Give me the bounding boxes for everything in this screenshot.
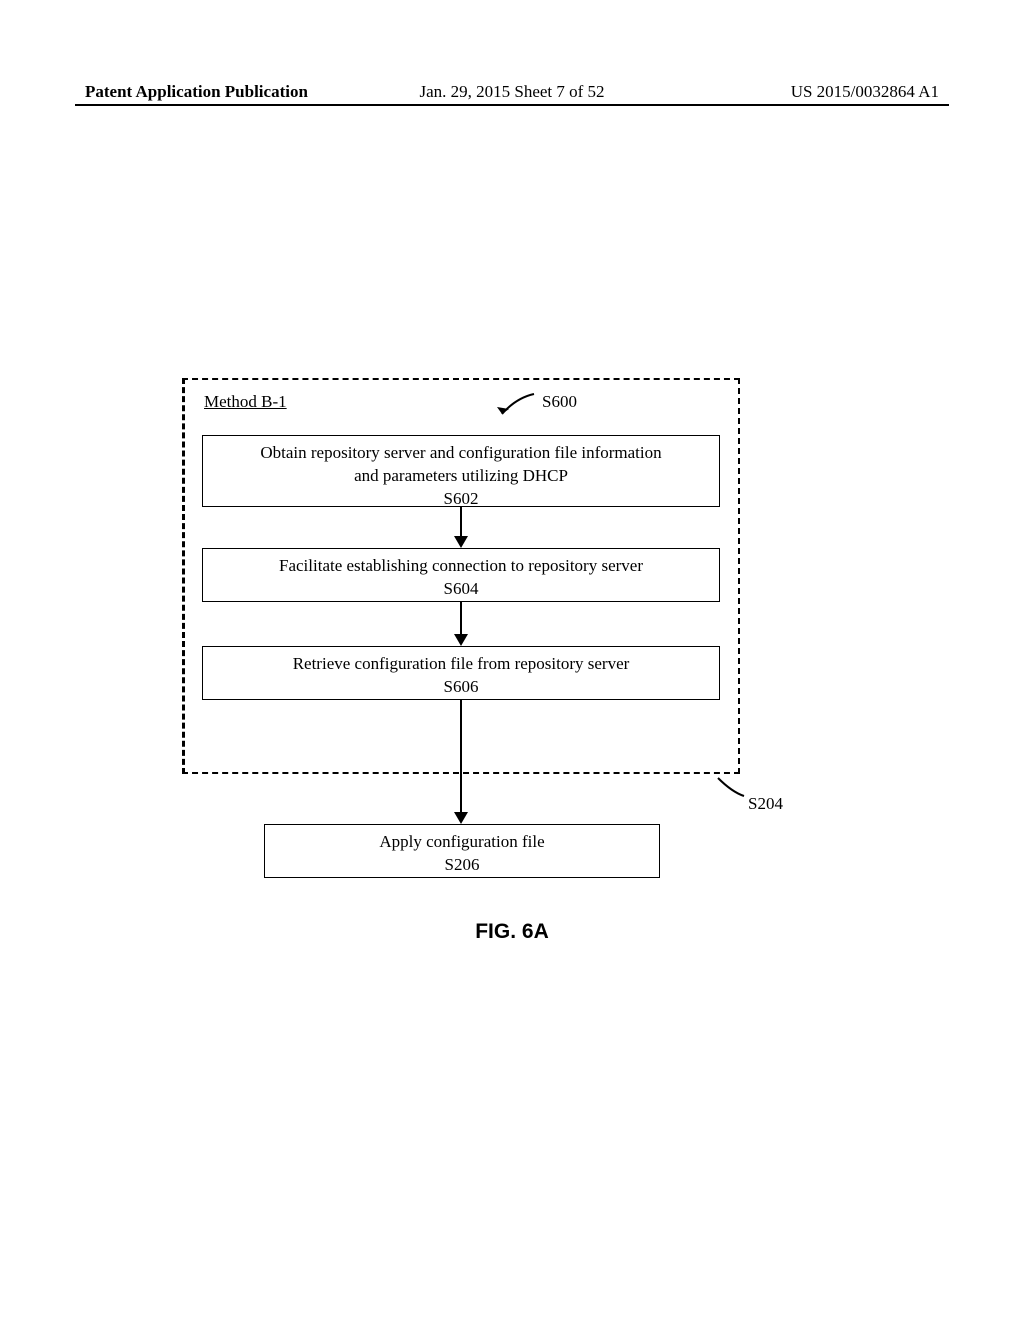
header-rule — [75, 104, 949, 106]
arrow-head-icon — [454, 536, 468, 548]
flow-step-s604: Facilitate establishing connection to re… — [202, 548, 720, 602]
step-code: S604 — [213, 578, 709, 601]
header-center: Jan. 29, 2015 Sheet 7 of 52 — [419, 82, 604, 102]
s204-callout: S204 — [714, 776, 794, 816]
header-left: Patent Application Publication — [85, 82, 308, 102]
flow-step-s606: Retrieve configuration file from reposit… — [202, 646, 720, 700]
flow-step-s602: Obtain repository server and configurati… — [202, 435, 720, 507]
flow-step-s206: Apply configuration file S206 — [264, 824, 660, 878]
figure-caption: FIG. 6A — [0, 920, 1024, 944]
method-label: Method B-1 — [204, 392, 287, 412]
s600-label: S600 — [542, 392, 577, 412]
step-text-line1: Obtain repository server and configurati… — [213, 442, 709, 465]
arrow-head-icon — [454, 812, 468, 824]
arrow-head-icon — [454, 634, 468, 646]
step-code: S606 — [213, 676, 709, 699]
s600-callout: S600 — [496, 390, 576, 420]
flow-arrow — [460, 507, 462, 537]
step-text-line2: and parameters utilizing DHCP — [213, 465, 709, 488]
flow-arrow — [460, 700, 462, 812]
pointer-arc-icon — [496, 390, 536, 420]
step-code: S206 — [275, 854, 649, 877]
s204-label: S204 — [748, 794, 783, 814]
step-text-line1: Retrieve configuration file from reposit… — [213, 653, 709, 676]
page-header: Patent Application Publication Jan. 29, … — [0, 82, 1024, 102]
step-text-line1: Facilitate establishing connection to re… — [213, 555, 709, 578]
method-dashed-left-border — [182, 378, 185, 774]
header-right: US 2015/0032864 A1 — [791, 82, 939, 102]
step-text-line1: Apply configuration file — [275, 831, 649, 854]
flow-arrow — [460, 602, 462, 634]
